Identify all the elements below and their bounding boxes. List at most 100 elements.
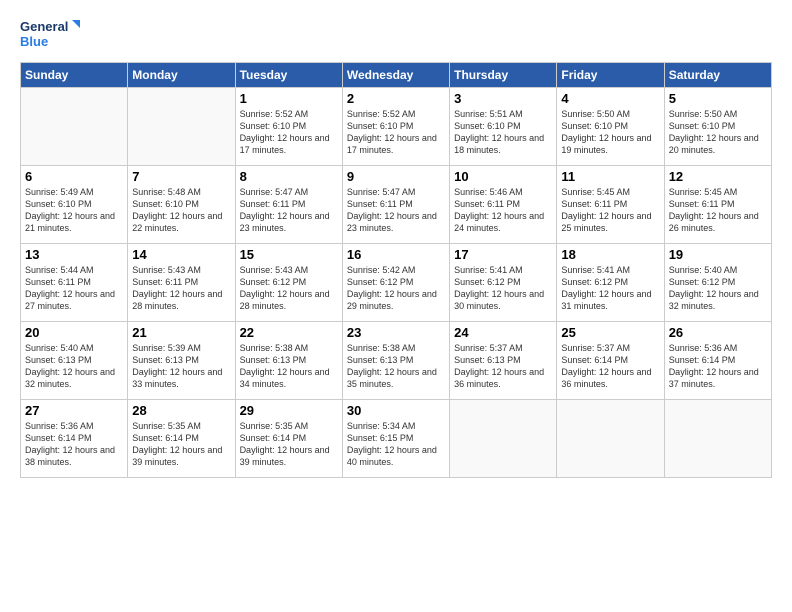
day-number: 12 [669,169,767,184]
day-number: 6 [25,169,123,184]
calendar-day-cell: 11 Sunrise: 5:45 AM Sunset: 6:11 PM Dayli… [557,166,664,244]
day-number: 4 [561,91,659,106]
calendar-header-cell: Friday [557,63,664,88]
calendar-day-cell: 1 Sunrise: 5:52 AM Sunset: 6:10 PM Daylig… [235,88,342,166]
calendar-day-cell: 19Sunrise: 5:40 AM Sunset: 6:12 PM Dayli… [664,244,771,322]
day-number: 7 [132,169,230,184]
day-number: 26 [669,325,767,340]
calendar-day-cell [21,88,128,166]
day-info: Sunrise: 5:39 AM Sunset: 6:13 PM Dayligh… [132,342,230,391]
calendar-day-cell: 28Sunrise: 5:35 AM Sunset: 6:14 PM Dayli… [128,400,235,478]
calendar-day-cell: 10 Sunrise: 5:46 AM Sunset: 6:11 PM Dayli… [450,166,557,244]
calendar-week-row: 20Sunrise: 5:40 AM Sunset: 6:13 PM Dayli… [21,322,772,400]
day-number: 17 [454,247,552,262]
day-info: Sunrise: 5:43 AM Sunset: 6:12 PM Dayligh… [240,264,338,313]
day-info: Sunrise: 5:35 AM Sunset: 6:14 PM Dayligh… [240,420,338,469]
calendar-day-cell: 26 Sunrise: 5:36 AM Sunset: 6:14 PM Dayli… [664,322,771,400]
calendar-day-cell: 13 Sunrise: 5:44 AM Sunset: 6:11 PM Dayli… [21,244,128,322]
calendar-week-row: 13 Sunrise: 5:44 AM Sunset: 6:11 PM Dayli… [21,244,772,322]
day-number: 2 [347,91,445,106]
calendar-day-cell: 30 Sunrise: 5:34 AM Sunset: 6:15 PM Dayli… [342,400,449,478]
day-info: Sunrise: 5:45 AM Sunset: 6:11 PM Dayligh… [561,186,659,235]
calendar-week-row: 1 Sunrise: 5:52 AM Sunset: 6:10 PM Daylig… [21,88,772,166]
day-info: Sunrise: 5:38 AM Sunset: 6:13 PM Dayligh… [347,342,445,391]
day-number: 22 [240,325,338,340]
calendar-header-cell: Sunday [21,63,128,88]
day-info: Sunrise: 5:51 AM Sunset: 6:10 PM Dayligh… [454,108,552,157]
day-info: Sunrise: 5:38 AM Sunset: 6:13 PM Dayligh… [240,342,338,391]
day-info: Sunrise: 5:47 AM Sunset: 6:11 PM Dayligh… [347,186,445,235]
day-number: 15 [240,247,338,262]
day-number: 13 [25,247,123,262]
calendar-day-cell: 24Sunrise: 5:37 AM Sunset: 6:13 PM Dayli… [450,322,557,400]
calendar-day-cell: 6Sunrise: 5:49 AM Sunset: 6:10 PM Daylig… [21,166,128,244]
day-number: 8 [240,169,338,184]
day-info: Sunrise: 5:48 AM Sunset: 6:10 PM Dayligh… [132,186,230,235]
calendar-week-row: 27 Sunrise: 5:36 AM Sunset: 6:14 PM Dayli… [21,400,772,478]
day-info: Sunrise: 5:44 AM Sunset: 6:11 PM Dayligh… [25,264,123,313]
day-number: 25 [561,325,659,340]
calendar-day-cell: 21 Sunrise: 5:39 AM Sunset: 6:13 PM Dayli… [128,322,235,400]
day-number: 18 [561,247,659,262]
day-info: Sunrise: 5:36 AM Sunset: 6:14 PM Dayligh… [25,420,123,469]
calendar-day-cell: 27 Sunrise: 5:36 AM Sunset: 6:14 PM Dayli… [21,400,128,478]
day-info: Sunrise: 5:46 AM Sunset: 6:11 PM Dayligh… [454,186,552,235]
day-number: 29 [240,403,338,418]
header: General Blue [20,16,772,52]
day-info: Sunrise: 5:50 AM Sunset: 6:10 PM Dayligh… [669,108,767,157]
day-number: 30 [347,403,445,418]
day-info: Sunrise: 5:41 AM Sunset: 6:12 PM Dayligh… [454,264,552,313]
calendar-day-cell: 2 Sunrise: 5:52 AM Sunset: 6:10 PM Daylig… [342,88,449,166]
calendar-header-cell: Wednesday [342,63,449,88]
day-info: Sunrise: 5:40 AM Sunset: 6:12 PM Dayligh… [669,264,767,313]
calendar-header-row: SundayMondayTuesdayWednesdayThursdayFrid… [21,63,772,88]
logo-svg: General Blue [20,16,80,52]
day-info: Sunrise: 5:47 AM Sunset: 6:11 PM Dayligh… [240,186,338,235]
calendar-day-cell: 5 Sunrise: 5:50 AM Sunset: 6:10 PM Daylig… [664,88,771,166]
day-info: Sunrise: 5:52 AM Sunset: 6:10 PM Dayligh… [240,108,338,157]
day-info: Sunrise: 5:37 AM Sunset: 6:13 PM Dayligh… [454,342,552,391]
day-info: Sunrise: 5:34 AM Sunset: 6:15 PM Dayligh… [347,420,445,469]
calendar-day-cell: 4Sunrise: 5:50 AM Sunset: 6:10 PM Daylig… [557,88,664,166]
calendar-day-cell: 7 Sunrise: 5:48 AM Sunset: 6:10 PM Daylig… [128,166,235,244]
day-info: Sunrise: 5:41 AM Sunset: 6:12 PM Dayligh… [561,264,659,313]
calendar-day-cell: 29 Sunrise: 5:35 AM Sunset: 6:14 PM Dayli… [235,400,342,478]
svg-text:General: General [20,19,68,34]
calendar-day-cell: 20Sunrise: 5:40 AM Sunset: 6:13 PM Dayli… [21,322,128,400]
calendar-day-cell: 16 Sunrise: 5:42 AM Sunset: 6:12 PM Dayli… [342,244,449,322]
calendar-table: SundayMondayTuesdayWednesdayThursdayFrid… [20,62,772,478]
day-number: 16 [347,247,445,262]
calendar-day-cell [557,400,664,478]
day-number: 23 [347,325,445,340]
calendar-week-row: 6Sunrise: 5:49 AM Sunset: 6:10 PM Daylig… [21,166,772,244]
day-number: 5 [669,91,767,106]
day-info: Sunrise: 5:45 AM Sunset: 6:11 PM Dayligh… [669,186,767,235]
calendar-day-cell: 8 Sunrise: 5:47 AM Sunset: 6:11 PM Daylig… [235,166,342,244]
calendar-day-cell: 23 Sunrise: 5:38 AM Sunset: 6:13 PM Dayli… [342,322,449,400]
day-info: Sunrise: 5:52 AM Sunset: 6:10 PM Dayligh… [347,108,445,157]
day-number: 9 [347,169,445,184]
day-number: 20 [25,325,123,340]
day-number: 11 [561,169,659,184]
page: General Blue SundayMondayTuesdayWednesda… [0,0,792,612]
calendar-header-cell: Monday [128,63,235,88]
calendar-day-cell [664,400,771,478]
calendar-day-cell: 3Sunrise: 5:51 AM Sunset: 6:10 PM Daylig… [450,88,557,166]
calendar-day-cell [128,88,235,166]
day-info: Sunrise: 5:42 AM Sunset: 6:12 PM Dayligh… [347,264,445,313]
calendar-header-cell: Thursday [450,63,557,88]
day-info: Sunrise: 5:43 AM Sunset: 6:11 PM Dayligh… [132,264,230,313]
day-number: 28 [132,403,230,418]
day-number: 21 [132,325,230,340]
calendar-day-cell: 12 Sunrise: 5:45 AM Sunset: 6:11 PM Dayli… [664,166,771,244]
calendar-day-cell: 25Sunrise: 5:37 AM Sunset: 6:14 PM Dayli… [557,322,664,400]
calendar-day-cell: 22 Sunrise: 5:38 AM Sunset: 6:13 PM Dayli… [235,322,342,400]
svg-text:Blue: Blue [20,34,48,49]
calendar-day-cell: 15 Sunrise: 5:43 AM Sunset: 6:12 PM Dayli… [235,244,342,322]
day-number: 27 [25,403,123,418]
day-info: Sunrise: 5:36 AM Sunset: 6:14 PM Dayligh… [669,342,767,391]
calendar-day-cell: 18 Sunrise: 5:41 AM Sunset: 6:12 PM Dayli… [557,244,664,322]
logo: General Blue [20,16,80,52]
day-number: 10 [454,169,552,184]
day-number: 1 [240,91,338,106]
